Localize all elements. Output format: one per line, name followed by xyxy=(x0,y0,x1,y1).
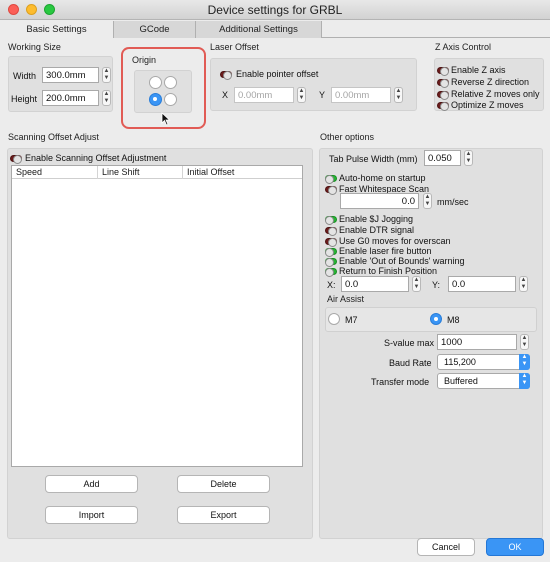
offset-x-label: X xyxy=(222,90,229,100)
g0-overscan-label: Use G0 moves for overscan xyxy=(339,236,451,246)
m7-label: M7 xyxy=(345,315,358,325)
scanning-title: Scanning Offset Adjust xyxy=(8,132,99,142)
s-value-stepper[interactable]: ▲ ▼ xyxy=(520,334,529,350)
relative-z-label: Relative Z moves only xyxy=(451,89,540,99)
m8-radio[interactable] xyxy=(430,313,442,325)
cancel-button[interactable]: Cancel xyxy=(417,538,475,556)
transfer-mode-select[interactable]: Buffered ▲ ▼ xyxy=(437,373,530,389)
finish-position-toggle[interactable] xyxy=(325,266,337,278)
offset-x-field[interactable]: 0.00mm xyxy=(234,87,294,103)
finish-x-label: X: xyxy=(327,280,336,290)
fire-button-toggle[interactable] xyxy=(325,246,337,258)
z-axis-title: Z Axis Control xyxy=(435,42,492,52)
offset-y-label: Y xyxy=(319,90,326,100)
width-label: Width xyxy=(13,71,37,81)
other-options-title: Other options xyxy=(320,132,375,142)
laser-offset-box xyxy=(210,58,417,111)
scanning-offset-label: Enable Scanning Offset Adjustment xyxy=(25,153,167,163)
offset-y-field[interactable]: 0.00mm xyxy=(331,87,391,103)
height-label: Height xyxy=(11,94,38,104)
optimize-z-toggle[interactable] xyxy=(437,100,449,112)
select-arrows-icon: ▲ ▼ xyxy=(519,373,530,389)
s-value-field[interactable]: 1000 xyxy=(437,334,517,350)
fast-whitespace-unit: mm/sec xyxy=(437,197,469,207)
delete-button[interactable]: Delete xyxy=(177,475,270,493)
add-button[interactable]: Add xyxy=(45,475,138,493)
origin-title: Origin xyxy=(132,55,157,65)
enable-z-label: Enable Z axis xyxy=(451,65,506,75)
relative-z-toggle[interactable] xyxy=(437,89,449,101)
origin-box xyxy=(134,70,192,113)
origin-bottom-right-radio[interactable] xyxy=(164,93,177,106)
fast-whitespace-stepper[interactable]: ▲ ▼ xyxy=(423,193,432,209)
finish-y-field[interactable]: 0.0 xyxy=(448,276,516,292)
finish-x-stepper[interactable]: ▲ ▼ xyxy=(412,276,421,292)
column-initial-offset[interactable]: Initial Offset xyxy=(183,166,302,179)
pointer-offset-label: Enable pointer offset xyxy=(236,69,319,79)
tab-additional-settings[interactable]: Additional Settings xyxy=(196,21,322,38)
height-field[interactable]: 200.0mm xyxy=(42,90,99,106)
ok-button[interactable]: OK xyxy=(486,538,544,556)
mouse-cursor-icon xyxy=(161,112,171,126)
fast-whitespace-toggle[interactable] xyxy=(325,184,337,196)
tab-bar: Basic Settings GCode Additional Settings xyxy=(0,21,550,38)
dtr-toggle[interactable] xyxy=(325,225,337,237)
auto-home-toggle[interactable] xyxy=(325,173,337,185)
air-assist-title: Air Assist xyxy=(327,294,365,304)
table-header: Speed Line Shift Initial Offset xyxy=(12,166,302,179)
select-arrows-icon: ▲ ▼ xyxy=(519,354,530,370)
enable-z-toggle[interactable] xyxy=(437,65,449,77)
width-field[interactable]: 300.0mm xyxy=(42,67,99,83)
scanning-offset-toggle[interactable] xyxy=(10,153,22,165)
scanning-table[interactable]: Speed Line Shift Initial Offset xyxy=(11,165,303,467)
column-line-shift[interactable]: Line Shift xyxy=(98,166,183,179)
dtr-label: Enable DTR signal xyxy=(339,225,415,235)
transfer-mode-label: Transfer mode xyxy=(371,377,430,387)
out-of-bounds-label: Enable 'Out of Bounds' warning xyxy=(339,256,465,266)
height-stepper[interactable]: ▲ ▼ xyxy=(102,90,111,106)
m8-label: M8 xyxy=(447,315,460,325)
finish-position-label: Return to Finish Position xyxy=(339,266,438,276)
pointer-offset-toggle[interactable] xyxy=(220,69,232,81)
baud-rate-label: Baud Rate xyxy=(389,358,432,368)
import-button[interactable]: Import xyxy=(45,506,138,524)
tab-pulse-field[interactable]: 0.050 xyxy=(424,150,461,166)
jogging-toggle[interactable] xyxy=(325,214,337,226)
g0-overscan-toggle[interactable] xyxy=(325,236,337,248)
width-stepper[interactable]: ▲ ▼ xyxy=(102,67,111,83)
reverse-z-toggle[interactable] xyxy=(437,77,449,89)
optimize-z-label: Optimize Z moves xyxy=(451,100,524,110)
baud-rate-select[interactable]: 115,200 ▲ ▼ xyxy=(437,354,530,370)
laser-offset-title: Laser Offset xyxy=(210,42,259,52)
m7-radio[interactable] xyxy=(328,313,340,325)
origin-bottom-left-radio[interactable] xyxy=(149,93,162,106)
offset-y-stepper[interactable]: ▲ ▼ xyxy=(394,87,403,103)
s-value-label: S-value max xyxy=(384,338,435,348)
reverse-z-label: Reverse Z direction xyxy=(451,77,530,87)
column-speed[interactable]: Speed xyxy=(12,166,98,179)
fast-whitespace-field[interactable]: 0.0 xyxy=(340,193,419,209)
baud-rate-value: 115,200 xyxy=(444,357,476,367)
tab-gcode[interactable]: GCode xyxy=(114,21,196,38)
finish-x-field[interactable]: 0.0 xyxy=(341,276,409,292)
tab-pulse-stepper[interactable]: ▲ ▼ xyxy=(464,150,473,166)
transfer-mode-value: Buffered xyxy=(444,376,478,386)
tab-pulse-label: Tab Pulse Width (mm) xyxy=(329,154,418,164)
jogging-label: Enable $J Jogging xyxy=(339,214,414,224)
export-button[interactable]: Export xyxy=(177,506,270,524)
out-of-bounds-toggle[interactable] xyxy=(325,256,337,268)
auto-home-label: Auto-home on startup xyxy=(339,173,426,183)
finish-y-label: Y: xyxy=(432,280,441,290)
working-size-title: Working Size xyxy=(8,42,61,52)
offset-x-stepper[interactable]: ▲ ▼ xyxy=(297,87,306,103)
tab-basic-settings[interactable]: Basic Settings xyxy=(0,21,114,38)
origin-top-right-radio[interactable] xyxy=(164,76,177,89)
window-title: Device settings for GRBL xyxy=(207,3,343,17)
fire-button-label: Enable laser fire button xyxy=(339,246,432,256)
finish-y-stepper[interactable]: ▲ ▼ xyxy=(519,276,528,292)
origin-top-left-radio[interactable] xyxy=(149,76,162,89)
